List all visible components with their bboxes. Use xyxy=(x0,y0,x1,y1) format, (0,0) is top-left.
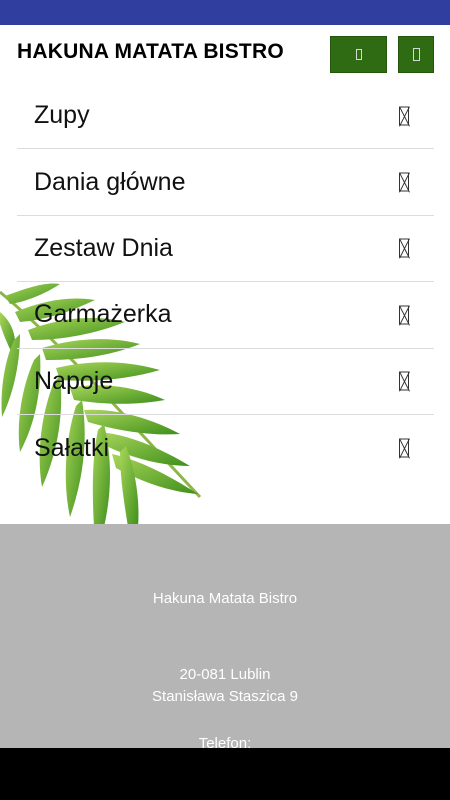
header-menu-button[interactable] xyxy=(398,36,434,73)
system-navigation-bar xyxy=(0,748,450,800)
footer-street-address: Stanisława Staszica 9 xyxy=(152,688,298,705)
missing-glyph-icon xyxy=(412,48,420,61)
menu-item-label: Sałatki xyxy=(34,433,110,462)
missing-glyph-icon xyxy=(399,371,409,391)
missing-glyph-icon xyxy=(355,49,362,60)
contact-footer: Hakuna Matata Bistro 20-081 Lublin Stani… xyxy=(0,524,450,748)
menu-item-label: Zupy xyxy=(34,101,90,130)
app-title: HAKUNA MATATA BISTRO xyxy=(17,40,284,63)
menu-item-napoje[interactable]: Napoje xyxy=(17,349,434,415)
footer-postal-city: 20-081 Lublin xyxy=(179,666,271,683)
category-menu: Zupy Dania główne Zestaw Dnia Garmażerka… xyxy=(17,83,434,481)
menu-item-garmazerka[interactable]: Garmażerka xyxy=(17,282,434,349)
menu-item-label: Zestaw Dnia xyxy=(34,233,173,262)
missing-glyph-icon xyxy=(399,172,409,192)
menu-item-label: Garmażerka xyxy=(34,300,172,329)
missing-glyph-icon xyxy=(399,238,409,258)
app-header: HAKUNA MATATA BISTRO xyxy=(0,25,450,83)
header-action-button[interactable] xyxy=(330,36,387,73)
missing-glyph-icon xyxy=(399,305,409,325)
menu-item-zupy[interactable]: Zupy xyxy=(17,83,434,150)
footer-phone-label: Telefon: xyxy=(198,735,252,748)
menu-item-zestaw-dnia[interactable]: Zestaw Dnia xyxy=(17,216,434,283)
footer-bistro-name: Hakuna Matata Bistro xyxy=(152,590,298,607)
menu-item-label: Napoje xyxy=(34,366,114,395)
menu-item-salatki[interactable]: Sałatki xyxy=(17,415,434,481)
missing-glyph-icon xyxy=(399,438,409,458)
status-bar xyxy=(0,0,450,25)
menu-item-label: Dania główne xyxy=(34,167,186,196)
missing-glyph-icon xyxy=(399,106,409,126)
menu-item-dania-glowne[interactable]: Dania główne xyxy=(17,149,434,216)
